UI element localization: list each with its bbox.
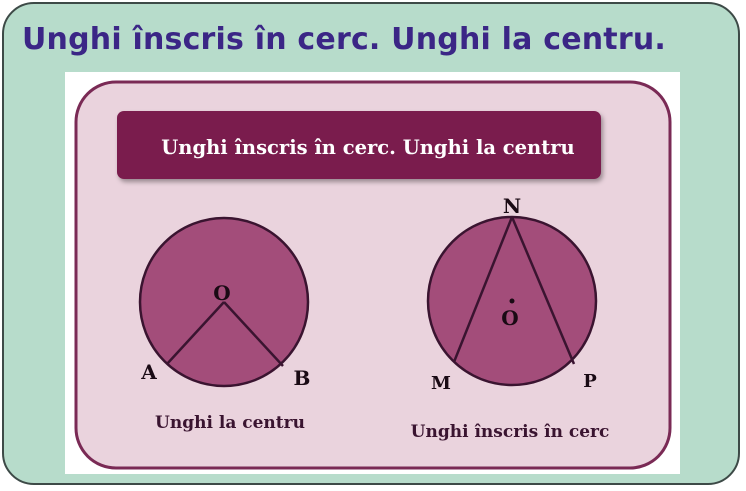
point-n-label: N [503, 194, 521, 218]
right-caption: Unghi înscris în cerc [411, 422, 610, 442]
center-dot [509, 298, 515, 304]
point-b-label: B [294, 366, 311, 390]
point-m-label: M [431, 373, 451, 394]
point-p-label: P [583, 371, 597, 392]
left-caption: Unghi la centru [155, 413, 305, 433]
diagram-canvas: Unghi înscris în cerc. Unghi la centru O… [74, 80, 672, 470]
left-center-label: O [213, 281, 230, 305]
point-a-label: A [140, 360, 157, 384]
right-center-label: O [501, 306, 518, 330]
banner-text: Unghi înscris în cerc. Unghi la centru [161, 136, 574, 159]
